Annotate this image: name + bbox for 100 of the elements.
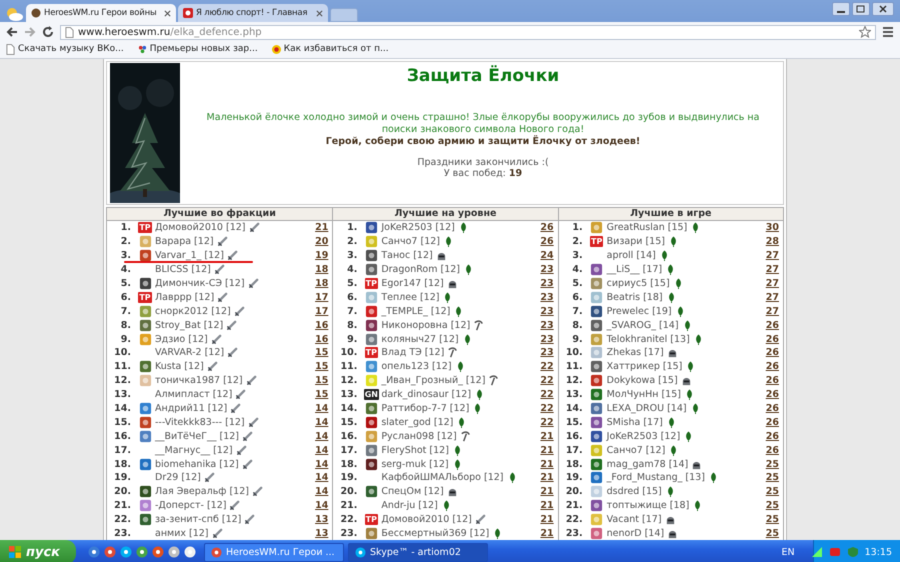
score-link[interactable]: 14 (310, 500, 332, 512)
player-link[interactable]: Андрий11 [12] (155, 403, 228, 414)
menu-icon[interactable] (882, 26, 894, 38)
score-link[interactable]: 19 (310, 250, 332, 262)
player-link[interactable]: Эдзио [12] (155, 334, 208, 345)
player-link[interactable]: топтыжище [18] (606, 500, 690, 512)
player-link[interactable]: коляныч27 [12] (381, 334, 459, 345)
score-link[interactable]: 14 (310, 403, 332, 414)
player-link[interactable]: dark_dinosaur [12] (381, 389, 472, 400)
close-icon[interactable] (164, 10, 171, 16)
player-link[interactable]: -Доперст- [12] (155, 500, 226, 512)
language-indicator[interactable]: EN (782, 546, 795, 558)
player-link[interactable]: Санчо7 [12] (606, 444, 666, 456)
player-link[interactable]: Алмипласт [12] (155, 389, 232, 400)
score-link[interactable]: 22 (536, 416, 558, 428)
score-link[interactable]: 21 (310, 222, 332, 234)
player-link[interactable]: __Магнус__ [12] (155, 444, 233, 456)
player-link[interactable]: VARVAR-2 [12] (155, 347, 224, 358)
player-link[interactable]: dsdred [15] (606, 486, 662, 498)
player-link[interactable]: тоничка1987 [12] (155, 375, 243, 386)
bookmark[interactable]: Премьеры новых зар... (138, 44, 258, 54)
address-field[interactable]: www.heroeswm.ru/elka_defence.php (60, 24, 876, 40)
score-link[interactable]: 21 (536, 500, 558, 512)
player-link[interactable]: Varvar_1_ [12] (155, 250, 224, 262)
player-link[interactable]: Бессмертный369 [12] (381, 528, 490, 540)
browser-tab[interactable]: Я люблю спорт! - Главная (178, 4, 328, 22)
player-link[interactable]: Никоноровна [12] (381, 320, 470, 331)
star-icon[interactable] (859, 26, 871, 38)
score-link[interactable]: 25 (760, 486, 783, 498)
player-link[interactable]: GreatRuslan [15] (606, 222, 688, 234)
score-link[interactable]: 27 (760, 264, 783, 276)
player-link[interactable]: Vacant [17] (606, 514, 662, 526)
player-link[interactable]: Kusta [12] (155, 361, 204, 372)
player-link[interactable]: _TEMPLE_ [12] (381, 306, 450, 317)
score-link[interactable]: 17 (310, 292, 332, 303)
player-link[interactable]: Лавррр [12] (155, 292, 214, 303)
bookmark[interactable]: Как избавиться от п... (272, 44, 389, 54)
restore-icon[interactable] (852, 2, 870, 16)
score-link[interactable]: 21 (536, 444, 558, 456)
player-link[interactable]: FleryShot [12] (381, 444, 449, 456)
score-link[interactable]: 26 (536, 222, 558, 234)
score-link[interactable]: 26 (760, 375, 783, 386)
player-link[interactable]: Dr29 [12] (155, 472, 201, 484)
score-link[interactable]: 23 (536, 306, 558, 317)
score-link[interactable]: 26 (760, 347, 783, 358)
score-link[interactable]: 15 (310, 389, 332, 400)
player-link[interactable]: __LiS__ [17] (606, 264, 662, 276)
score-link[interactable]: 22 (536, 389, 558, 400)
score-link[interactable]: 13 (310, 528, 332, 540)
score-link[interactable]: 28 (760, 236, 783, 248)
score-link[interactable]: 21 (536, 430, 558, 442)
player-link[interactable]: за-зенит-спб [12] (155, 514, 242, 526)
score-link[interactable]: 25 (760, 472, 783, 484)
score-link[interactable]: 26 (760, 389, 783, 400)
score-link[interactable]: 26 (760, 361, 783, 372)
player-link[interactable]: slater_god [12] (381, 416, 454, 428)
score-link[interactable]: 18 (310, 278, 332, 289)
score-link[interactable]: 25 (760, 528, 783, 540)
score-link[interactable]: 16 (310, 320, 332, 331)
score-link[interactable]: 22 (536, 403, 558, 414)
player-link[interactable]: __ВиТёЧеГ__ [12] (155, 430, 240, 442)
player-link[interactable]: Telokhranitel [13] (606, 334, 690, 345)
player-link[interactable]: Визари [15] (606, 236, 665, 248)
score-link[interactable]: 26 (760, 320, 783, 331)
score-link[interactable]: 22 (536, 361, 558, 372)
player-link[interactable]: Prewelec [19] (606, 306, 672, 317)
player-link[interactable]: СпецОм [12] (381, 486, 444, 498)
score-link[interactable]: 21 (536, 486, 558, 498)
player-link[interactable]: Варара [12] (155, 236, 214, 248)
score-link[interactable]: 14 (310, 472, 332, 484)
score-link[interactable]: 13 (310, 514, 332, 526)
player-link[interactable]: Теплее [12] (381, 292, 440, 303)
score-link[interactable]: 25 (760, 458, 783, 470)
player-link[interactable]: Beatris [18] (606, 292, 663, 303)
score-link[interactable]: 21 (536, 528, 558, 540)
taskbar-button[interactable]: HeroesWM.ru Герои ... (204, 542, 344, 562)
score-link[interactable]: 21 (536, 472, 558, 484)
player-link[interactable]: Zhekas [17] (606, 347, 664, 358)
score-link[interactable]: 27 (760, 250, 783, 262)
player-link[interactable]: JoKeR2503 [12] (381, 222, 455, 234)
player-link[interactable]: сириус5 [15] (606, 278, 670, 289)
score-link[interactable]: 26 (760, 334, 783, 345)
score-link[interactable]: 14 (310, 444, 332, 456)
close-icon[interactable] (872, 2, 894, 16)
score-link[interactable]: 16 (310, 334, 332, 345)
score-link[interactable]: 25 (760, 500, 783, 512)
player-link[interactable]: Andr-ju [12] (381, 500, 438, 512)
player-link[interactable]: МолЧунНн [15] (606, 389, 681, 400)
score-link[interactable]: 23 (536, 264, 558, 276)
player-link[interactable]: Танос [12] (381, 250, 433, 262)
player-link[interactable]: mag_gam78 [14] (606, 458, 688, 470)
player-link[interactable]: Домовой2010 [12] (381, 514, 472, 526)
taskbar-button[interactable]: Skype™ - artiom02 (348, 542, 488, 562)
reload-icon[interactable] (42, 26, 54, 38)
score-link[interactable]: 27 (760, 278, 783, 289)
player-link[interactable]: Димончик-СЭ [12] (155, 278, 245, 289)
score-link[interactable]: 22 (536, 375, 558, 386)
player-link[interactable]: анмих [12] (155, 528, 209, 540)
player-link[interactable]: Санчо7 [12] (381, 236, 440, 248)
score-link[interactable]: 18 (310, 264, 332, 276)
